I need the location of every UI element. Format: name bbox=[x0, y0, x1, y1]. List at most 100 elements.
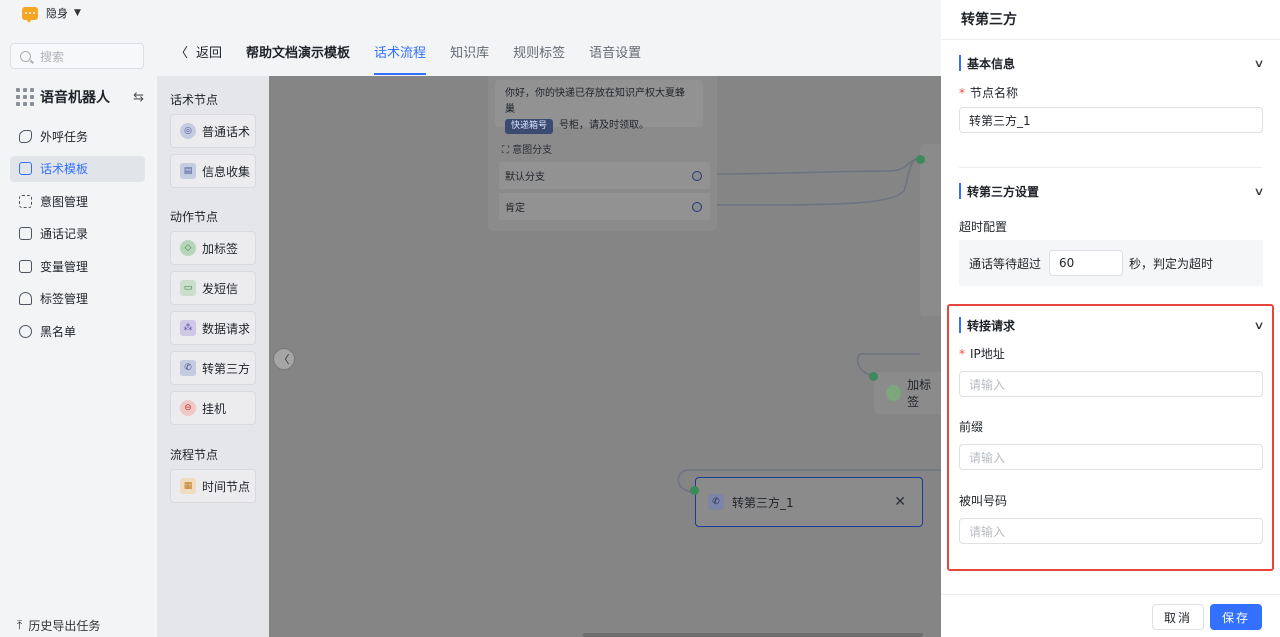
input-port[interactable] bbox=[690, 486, 699, 495]
switch-icon[interactable]: ⇆ bbox=[133, 90, 144, 105]
tab-knowledge-base[interactable]: 知识库 bbox=[450, 26, 489, 76]
timeout-config-box: 通话等待超过 60 秒，判定为超时 bbox=[959, 240, 1263, 286]
timeout-suffix: 秒，判定为超时 bbox=[1129, 256, 1214, 271]
sidebar-item-intent-management[interactable]: 意图管理 bbox=[10, 188, 145, 214]
timeout-prefix: 通话等待超过 bbox=[969, 256, 1042, 271]
top-bar: 隐身 ▼ bbox=[0, 0, 941, 26]
prefix-label: 前缀 bbox=[959, 420, 984, 434]
palette-item-label: 信息收集 bbox=[202, 164, 251, 179]
sidebar-item-label: 通话记录 bbox=[40, 227, 89, 242]
palette-item-send-sms[interactable]: ▭ 发短信 bbox=[170, 271, 256, 305]
export-history-link[interactable]: ⤒ 历史导出任务 bbox=[17, 617, 100, 634]
status-label[interactable]: 隐身 bbox=[46, 5, 68, 21]
palette-item-label: 数据请求 bbox=[202, 321, 251, 336]
section-title: 转接请求 bbox=[967, 318, 1016, 333]
palette-item-label: 挂机 bbox=[202, 401, 227, 416]
node-label: 转第三方_1 bbox=[732, 495, 794, 510]
chat-bubble-icon: ◎ bbox=[180, 123, 196, 139]
drawer-title: 转第三方 bbox=[961, 12, 1017, 28]
caret-down-icon[interactable]: ▼ bbox=[74, 8, 81, 18]
node-name-input[interactable]: 转第三方_1 bbox=[959, 107, 1263, 133]
section-transfer-request[interactable]: 转接请求 ∨ bbox=[959, 316, 1265, 334]
form-icon: ▤ bbox=[180, 163, 196, 179]
tab-rule-tags[interactable]: 规则标签 bbox=[513, 26, 565, 76]
divider bbox=[959, 167, 1263, 168]
book-icon bbox=[19, 227, 32, 241]
palette-item-hang-up[interactable]: ⊖ 挂机 bbox=[170, 391, 256, 425]
chat-status-icon[interactable] bbox=[22, 6, 38, 23]
output-port[interactable] bbox=[692, 171, 702, 181]
palette-section-title: 动作节点 bbox=[170, 210, 219, 224]
palette-item-normal-script[interactable]: ◎ 普通话术 bbox=[170, 114, 256, 148]
ip-address-input[interactable]: 请输入 bbox=[959, 371, 1263, 397]
section-title: 转第三方设置 bbox=[967, 184, 1040, 199]
node-message: 你好，你的快递已存放在知识产权大夏蜂巢 快递箱号 号柜，请及时领取。 bbox=[495, 80, 703, 134]
back-label: 返回 bbox=[196, 45, 223, 61]
intent-branch-label: ⛶ 意图分支 bbox=[502, 145, 553, 156]
callee-number-input[interactable]: 请输入 bbox=[959, 518, 1263, 544]
close-icon[interactable]: ✕ bbox=[894, 494, 906, 510]
branch-label: 默认分支 bbox=[505, 172, 545, 183]
required-mark: * bbox=[959, 86, 965, 100]
palette-item-data-request[interactable]: ⁂ 数据请求 bbox=[170, 311, 256, 345]
palette-item-add-tag[interactable]: ◇ 加标签 bbox=[170, 231, 256, 265]
section-title: 基本信息 bbox=[967, 56, 1016, 71]
required-mark: * bbox=[959, 347, 965, 361]
sidebar-item-label: 话术模板 bbox=[40, 162, 89, 177]
sidebar-nav: 外呼任务 话术模板 意图管理 通话记录 变量管理 标签管理 黑名单 bbox=[10, 123, 145, 351]
branch-default-row[interactable]: 默认分支 bbox=[499, 162, 710, 189]
app-title-text: 语音机器人 bbox=[40, 90, 110, 106]
search-input[interactable]: 搜索 bbox=[10, 43, 144, 69]
node-config-drawer: 转第三方 基本信息 ∨ * 节点名称 转第三方_1 转第三方设置 ∨ 超时配置 通… bbox=[941, 0, 1280, 637]
section-basic-info[interactable]: 基本信息 ∨ bbox=[959, 54, 1265, 72]
prefix-input[interactable]: 请输入 bbox=[959, 444, 1263, 470]
save-button[interactable]: 保存 bbox=[1210, 604, 1262, 630]
flow-node-partial[interactable] bbox=[920, 144, 941, 316]
palette-item-label: 发短信 bbox=[202, 281, 239, 296]
sidebar-item-tag-management[interactable]: 标签管理 bbox=[10, 286, 145, 312]
chevron-down-icon[interactable]: ∨ bbox=[1253, 57, 1264, 70]
variable-icon bbox=[19, 259, 32, 273]
canvas-scrollbar[interactable] bbox=[583, 633, 923, 637]
section-accent-bar bbox=[959, 317, 961, 333]
collapse-palette-button[interactable]: 〈 bbox=[273, 348, 295, 370]
export-history-label: 历史导出任务 bbox=[28, 619, 101, 633]
cancel-button[interactable]: 取消 bbox=[1152, 604, 1204, 630]
chevron-down-icon[interactable]: ∨ bbox=[1253, 185, 1264, 198]
sidebar-item-label: 标签管理 bbox=[40, 292, 89, 307]
header-tabbar: 〈 返回 帮助文档演示模板 话术流程 知识库 规则标签 语音设置 bbox=[157, 26, 941, 76]
palette-item-label: 时间节点 bbox=[202, 479, 251, 494]
palette-item-info-collection[interactable]: ▤ 信息收集 bbox=[170, 154, 256, 188]
apps-grid-icon[interactable] bbox=[16, 88, 34, 106]
search-placeholder: 搜索 bbox=[40, 49, 65, 64]
chevron-down-icon[interactable]: ∨ bbox=[1253, 319, 1264, 332]
sidebar-item-call-records[interactable]: 通话记录 bbox=[10, 221, 145, 247]
flow-node-transfer-selected[interactable]: ✆ 转第三方_1 ✕ bbox=[695, 477, 923, 527]
divider bbox=[941, 39, 1280, 40]
user-icon bbox=[19, 325, 32, 339]
output-port[interactable] bbox=[692, 202, 702, 212]
sidebar-item-label: 变量管理 bbox=[40, 259, 89, 274]
section-transfer-settings[interactable]: 转第三方设置 ∨ bbox=[959, 182, 1265, 200]
sidebar-item-blacklist[interactable]: 黑名单 bbox=[10, 319, 145, 345]
sidebar-item-outbound-tasks[interactable]: 外呼任务 bbox=[10, 123, 145, 149]
sidebar-item-variable-management[interactable]: 变量管理 bbox=[10, 253, 145, 279]
sidebar-item-script-templates[interactable]: 话术模板 bbox=[10, 155, 145, 182]
divider bbox=[941, 594, 1280, 595]
callee-number-label: 被叫号码 bbox=[959, 494, 1008, 508]
input-port[interactable] bbox=[869, 372, 878, 381]
branch-label: 肯定 bbox=[505, 203, 525, 214]
flow-node-add-tag[interactable]: 加标签 bbox=[874, 372, 941, 414]
timeout-seconds-input[interactable]: 60 bbox=[1049, 250, 1124, 276]
data-icon: ⁂ bbox=[180, 320, 196, 336]
palette-item-transfer-third-party[interactable]: ✆ 转第三方 bbox=[170, 351, 256, 385]
palette-item-label: 普通话术 bbox=[202, 124, 251, 139]
branch-affirmative-row[interactable]: 肯定 bbox=[499, 193, 710, 220]
flow-canvas[interactable]: 〈 你好，你的快递已存放在知识产权大夏蜂巢 快递箱号 号柜，请及时领取。 ⛶ 意图… bbox=[269, 76, 941, 637]
tab-script-flow[interactable]: 话术流程 bbox=[374, 26, 427, 76]
back-button[interactable]: 〈 返回 bbox=[175, 42, 222, 61]
tab-voice-settings[interactable]: 语音设置 bbox=[589, 26, 641, 76]
palette-item-time-node[interactable]: ▦ 时间节点 bbox=[170, 469, 256, 503]
input-port[interactable] bbox=[916, 155, 925, 164]
scan-icon bbox=[19, 194, 32, 208]
